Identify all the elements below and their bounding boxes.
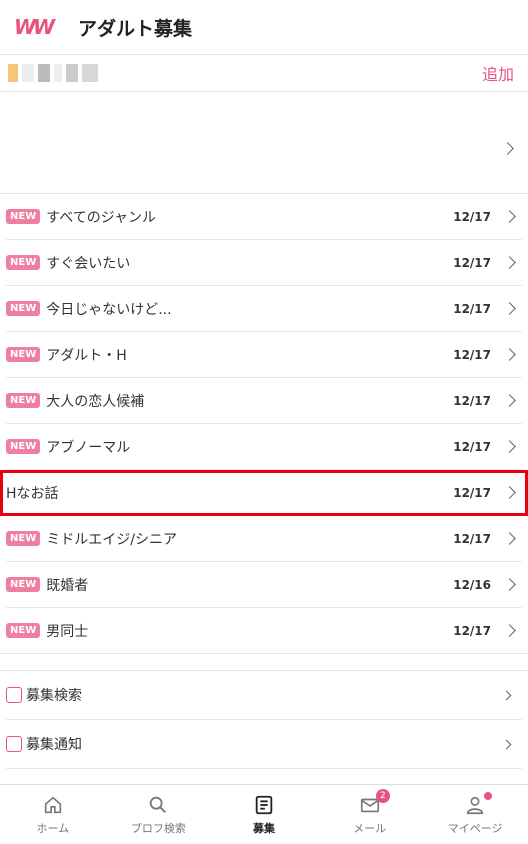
category-label: 既婚者 xyxy=(46,577,89,594)
category-label: アダルト・H xyxy=(46,347,127,364)
chevron-right-icon xyxy=(503,394,516,407)
category-label: 今日じゃないけど... xyxy=(46,301,172,318)
category-row[interactable]: NEW アダルト・H 12/17 xyxy=(6,332,522,378)
category-label: すべてのジャンル xyxy=(46,209,156,226)
nav-label: ホーム xyxy=(36,821,70,835)
chevron-right-icon xyxy=(501,739,512,749)
new-badge: NEW xyxy=(6,255,41,270)
new-badge: NEW xyxy=(6,577,41,592)
banner[interactable] xyxy=(0,92,528,194)
menu-label: 募集通知 xyxy=(26,737,82,753)
user-icon xyxy=(467,796,484,814)
app-header: WW アダルト募集 xyxy=(0,0,528,55)
menu-row[interactable]: 募集検索 xyxy=(6,671,522,720)
category-row[interactable]: NEW アブノーマル 12/17 xyxy=(6,424,522,470)
list-icon xyxy=(255,795,273,814)
category-label: アブノーマル xyxy=(46,439,131,456)
bell-icon xyxy=(6,736,22,752)
nav-label: プロフ検索 xyxy=(130,821,186,835)
new-badge: NEW xyxy=(6,393,41,408)
chevron-right-icon xyxy=(503,348,516,361)
category-row[interactable]: NEW 既婚者 12/16 xyxy=(6,562,522,608)
chevron-right-icon xyxy=(503,210,516,223)
home-icon xyxy=(44,796,61,813)
new-badge: NEW xyxy=(6,439,41,454)
category-row[interactable]: Hなお話 12/17 xyxy=(0,470,528,516)
category-date: 12/17 xyxy=(453,485,491,500)
nav-item[interactable]: 2 メール xyxy=(317,785,423,844)
category-date: 12/17 xyxy=(453,439,491,454)
unread-badge: 2 xyxy=(375,789,390,803)
category-date: 12/17 xyxy=(453,531,491,546)
app-logo[interactable]: WW xyxy=(14,15,62,39)
chevron-right-icon xyxy=(501,690,512,700)
divider xyxy=(0,654,528,671)
nav-label: メール xyxy=(353,821,387,835)
sub-bar: 追加 xyxy=(0,55,528,92)
category-date: 12/17 xyxy=(453,209,491,224)
nav-label: 募集 xyxy=(252,821,275,835)
category-row[interactable]: NEW すぐ会いたい 12/17 xyxy=(6,240,522,286)
nav-item[interactable]: プロフ検索 xyxy=(106,785,212,844)
category-date: 12/17 xyxy=(453,393,491,408)
menu-row[interactable]: 募集通知 xyxy=(6,720,522,769)
search-icon xyxy=(150,796,167,813)
category-label: Hなお話 xyxy=(6,485,59,502)
bottom-nav: ホーム プロフ検索 募集 2 メール マイページ xyxy=(0,784,528,844)
nav-item[interactable]: ホーム xyxy=(0,785,106,844)
new-badge: NEW xyxy=(6,301,41,316)
category-date: 12/17 xyxy=(453,301,491,316)
chevron-right-icon xyxy=(503,302,516,315)
category-row[interactable]: NEW 今日じゃないけど... 12/17 xyxy=(6,286,522,332)
new-badge: NEW xyxy=(6,209,41,224)
category-row[interactable]: NEW 大人の恋人候補 12/17 xyxy=(6,378,522,424)
category-row[interactable]: NEW 男同士 12/17 xyxy=(6,608,522,653)
chevron-right-icon xyxy=(503,256,516,269)
new-badge: NEW xyxy=(6,531,41,546)
chevron-right-icon xyxy=(503,486,516,499)
category-label: すぐ会いたい xyxy=(46,255,131,272)
chevron-right-icon xyxy=(503,532,516,545)
category-label: 男同士 xyxy=(46,623,89,640)
new-badge: NEW xyxy=(6,623,41,638)
category-date: 12/17 xyxy=(453,347,491,362)
chevron-right-icon xyxy=(501,142,514,155)
category-date: 12/17 xyxy=(453,255,491,270)
category-date: 12/17 xyxy=(453,623,491,638)
add-button[interactable]: 追加 xyxy=(482,61,514,85)
nav-item[interactable]: 募集 xyxy=(211,785,317,844)
chevron-right-icon xyxy=(503,624,516,637)
category-date: 12/16 xyxy=(453,577,491,592)
chevron-right-icon xyxy=(503,440,516,453)
notification-dot xyxy=(483,792,492,800)
blurred-content xyxy=(8,64,98,82)
category-label: ミドルエイジ/シニア xyxy=(46,531,177,548)
category-row[interactable]: NEW ミドルエイジ/シニア 12/17 xyxy=(6,516,522,562)
page-title: アダルト募集 xyxy=(78,17,193,40)
chevron-right-icon xyxy=(503,578,516,591)
category-row[interactable]: NEW すべてのジャンル 12/17 xyxy=(6,194,522,240)
search-list-icon xyxy=(6,687,22,703)
new-badge: NEW xyxy=(6,347,41,362)
category-list: NEW すべてのジャンル 12/17 NEW すぐ会いたい 12/17 NEW 今日じゃないけ… xyxy=(0,194,528,654)
menu-label: 募集検索 xyxy=(26,688,82,704)
nav-item[interactable]: マイページ xyxy=(422,785,528,844)
nav-label: マイページ xyxy=(447,821,503,835)
category-label: 大人の恋人候補 xyxy=(46,393,145,410)
